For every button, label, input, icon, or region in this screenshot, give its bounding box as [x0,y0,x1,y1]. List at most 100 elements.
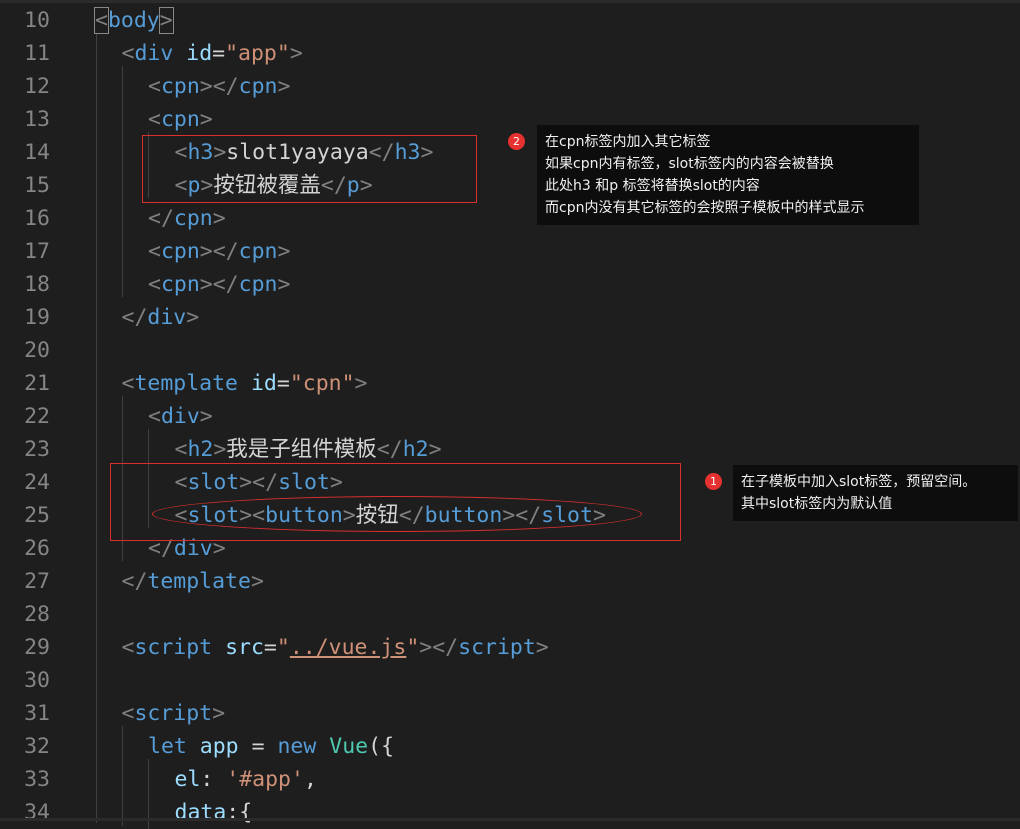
code-line[interactable]: 32 let app = new Vue({ [0,730,1020,763]
code-token: cpn [238,239,278,264]
code-line[interactable]: 29 <script src="../vue.js"></script> [0,631,1020,664]
line-number: 25 [24,503,50,528]
code-token: ></ [199,272,239,297]
line-number: 18 [24,272,50,297]
code-token: data [174,800,227,825]
code-token: > [277,74,291,99]
code-token: < [121,371,135,396]
code-text: <cpn></cpn> [148,235,290,268]
code-line[interactable]: 27 </template> [0,565,1020,598]
code-token: < [121,635,135,660]
code-line[interactable]: 12 <cpn></cpn> [0,70,1020,103]
code-token: div [134,41,174,66]
line-number: 14 [24,140,50,165]
code-token: src [225,635,264,660]
line-number: 21 [24,371,50,396]
code-text: <template id="cpn"> [122,367,368,400]
code-token: id [250,371,277,396]
code-line[interactable]: 31 <script> [0,697,1020,730]
highlight-ellipse-default-slot [152,496,642,532]
code-token: </ [376,437,403,462]
code-line[interactable]: 30 [0,664,1020,697]
code-text: <cpn></cpn> [148,268,290,301]
code-token: cpn [160,239,200,264]
code-text: </template> [122,565,264,598]
code-token: app [199,734,239,759]
code-line[interactable]: 20 [0,334,1020,367]
code-token: :{ [226,800,253,825]
code-line[interactable]: 18 <cpn></cpn> [0,268,1020,301]
code-token: < [148,239,161,264]
code-text: </div> [122,301,200,334]
code-token: , [303,767,317,792]
line-number: 15 [24,173,50,198]
code-token: script [134,701,213,726]
code-token: < [148,404,161,429]
code-line[interactable]: 23 <h2>我是子组件模板</h2> [0,433,1020,466]
code-line[interactable]: 10 <body> [0,4,1020,37]
line-number: 13 [24,107,50,132]
code-token: script [134,635,213,660]
code-text: let app = new Vue({ [148,730,394,763]
code-token: ></ [419,635,459,660]
code-text: <div> [148,400,213,433]
annotation-note-1: 在子模板中加入slot标签，预留空间。 其中slot标签内为默认值 [733,465,1018,521]
code-token: div [147,305,187,330]
code-token: el [174,767,201,792]
line-number: 31 [24,701,50,726]
code-token: > [277,239,291,264]
code-text: <script src="../vue.js"></script> [122,631,549,664]
code-token: > [199,404,213,429]
code-text: <cpn></cpn> [148,70,290,103]
line-number: 19 [24,305,50,330]
code-token: body [107,8,160,33]
line-number: 33 [24,767,50,792]
line-number: 28 [24,602,50,627]
code-line[interactable]: 17 <cpn></cpn> [0,235,1020,268]
code-token: </ [148,206,174,231]
code-token: </ [121,569,148,594]
line-number: 12 [24,74,50,99]
code-token: = [212,41,226,66]
code-text: el: '#app', [175,763,317,796]
code-token: " [406,635,420,660]
code-text: <script> [122,697,226,730]
code-token: = [263,635,277,660]
code-text: </cpn> [148,202,226,235]
code-token: </ [121,305,148,330]
code-token: h2 [402,437,429,462]
line-number: 11 [24,41,50,66]
code-token: > [289,41,303,66]
code-token: > [158,7,174,34]
code-line[interactable]: 33 el: '#app', [0,763,1020,796]
line-number: 27 [24,569,50,594]
code-token: new [277,734,317,759]
code-token: = [276,371,290,396]
code-token: > [186,305,200,330]
code-token: < [148,272,161,297]
code-token: id [186,41,213,66]
code-line[interactable]: 11 <div id="app"> [0,37,1020,70]
code-token: > [277,272,291,297]
line-number: 23 [24,437,50,462]
code-token: cpn [160,107,200,132]
code-token: "cpn" [289,371,355,396]
code-line[interactable]: 34 data:{ [0,796,1020,829]
code-editor[interactable]: 10 <body> 11 <div id="app"> 12 <cpn></cpn> 13 <… [0,0,1020,829]
code-line[interactable]: 22 <div> [0,400,1020,433]
code-line[interactable]: 19 </div> [0,301,1020,334]
annotation-badge-1: 1 [705,473,722,490]
code-line[interactable]: 28 [0,598,1020,631]
code-token: ../vue.js [289,635,407,660]
highlight-box-cpn-content [142,135,477,203]
code-line[interactable]: 21 <template id="cpn"> [0,367,1020,400]
code-text: data:{ [175,796,253,829]
code-token: " [276,635,290,660]
code-token: : [200,767,227,792]
editor-top-edge [0,0,1020,3]
code-token: > [354,371,368,396]
code-token: 我是子组件模板 [226,437,377,462]
code-token: > [535,635,549,660]
